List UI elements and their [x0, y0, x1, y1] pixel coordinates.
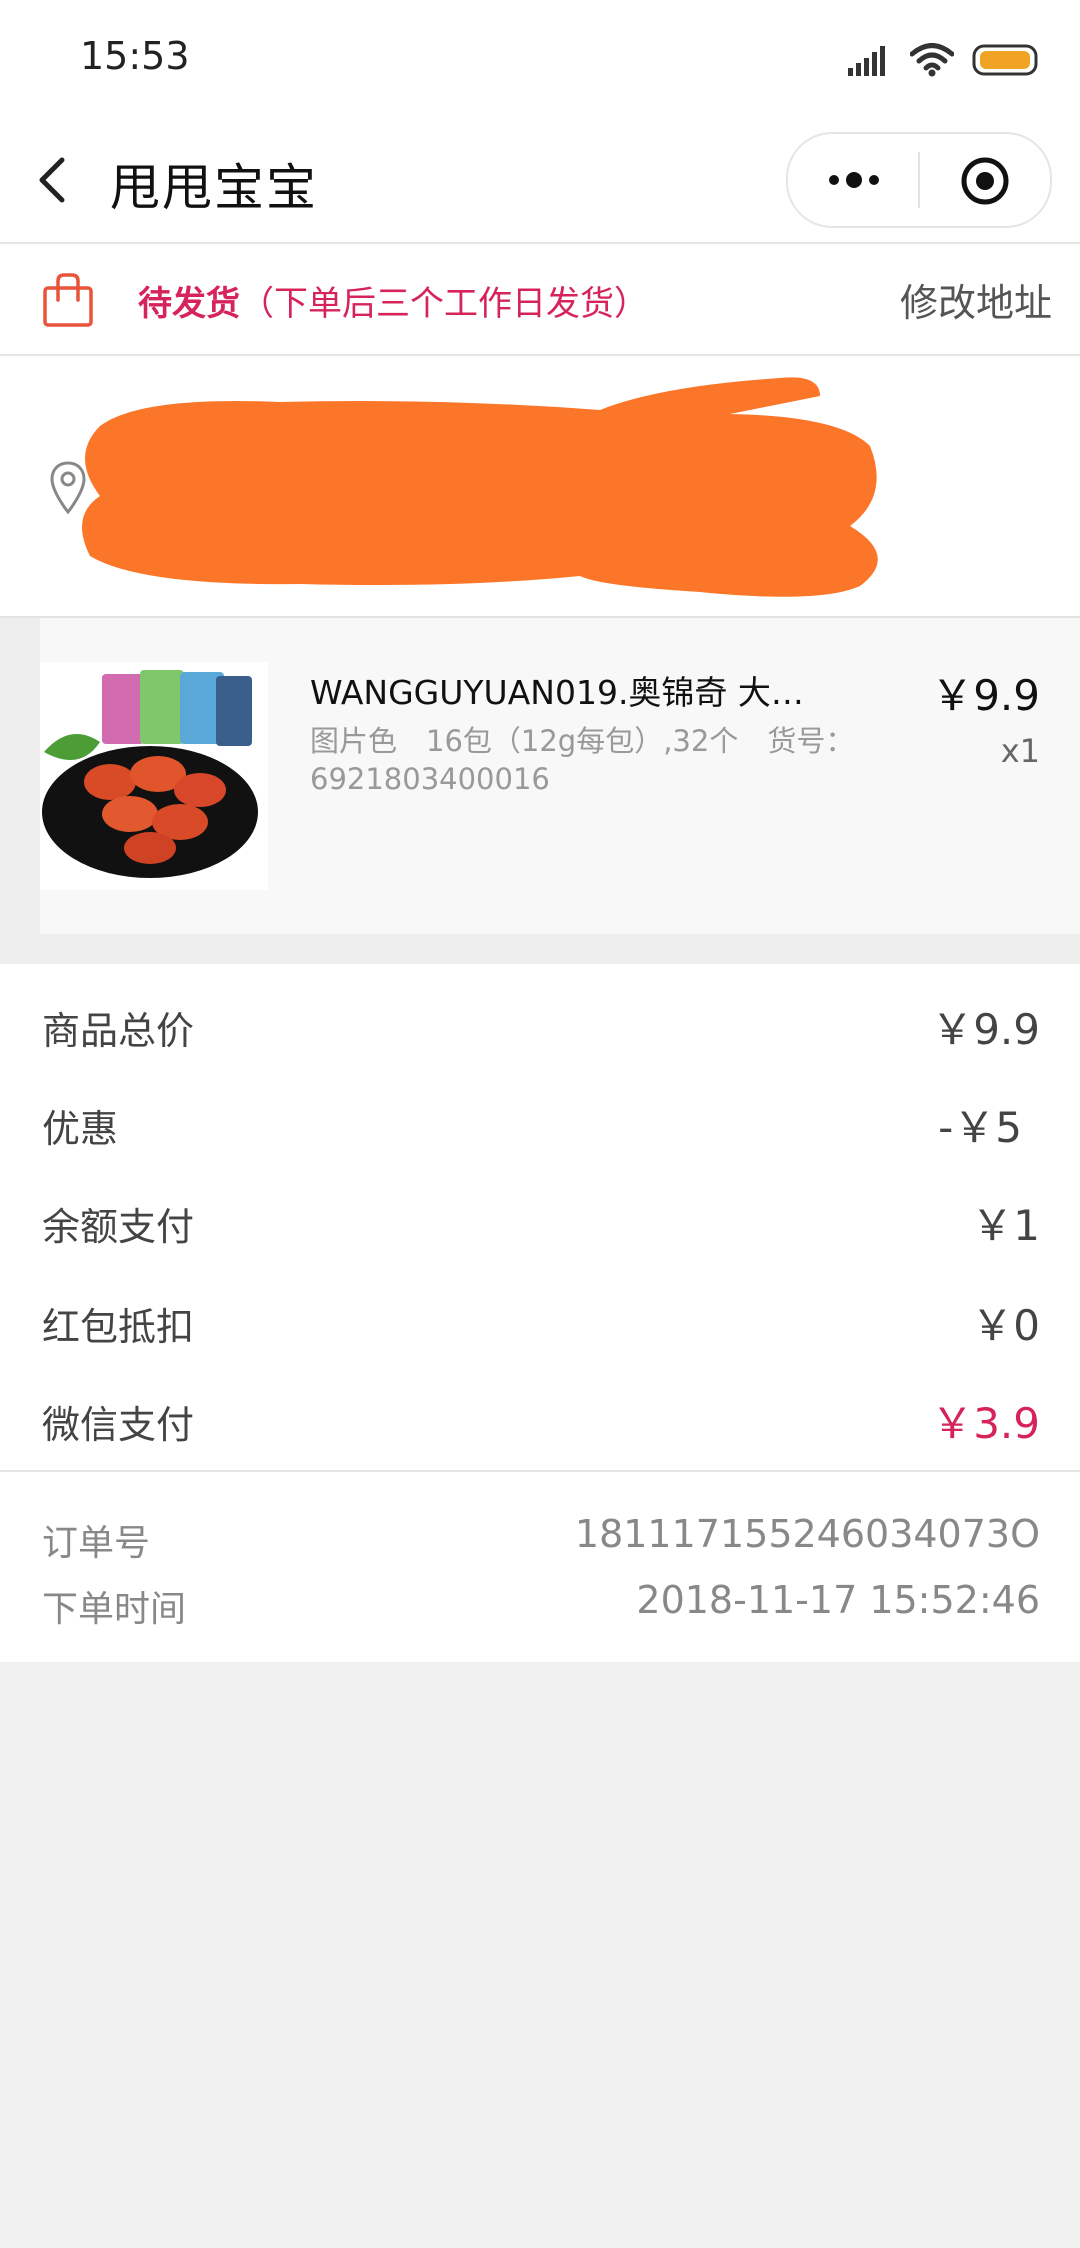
summary-row-balance: 余额支付 ￥1: [0, 1196, 1080, 1256]
status-icons: [848, 40, 1040, 80]
summary-row-redpacket: 红包抵扣 ￥0: [0, 1296, 1080, 1356]
shipping-address[interactable]: [0, 356, 1080, 618]
order-number-label: 订单号: [42, 1523, 151, 1564]
shopping-bag-icon: [43, 273, 93, 327]
summary-label: 微信支付: [42, 1403, 195, 1447]
battery-icon: [972, 44, 1038, 76]
summary-label: 红包抵扣: [42, 1305, 195, 1349]
miniprogram-capsule: [786, 132, 1052, 228]
order-info: 订单号 181117155246034073O 下单时间 2018-11-17 …: [0, 1472, 1080, 1662]
order-status-row: 待发货（下单后三个工作日发货） 修改地址: [0, 244, 1080, 356]
product-spec-line2: 6921803400016: [310, 762, 550, 796]
more-icon[interactable]: [826, 160, 882, 200]
price-summary: 商品总价 ￥9.9 优惠 -￥5 余额支付 ￥1 红包抵扣 ￥0 微信支付 ￥3…: [0, 964, 1080, 1472]
order-status-main: 待发货: [138, 284, 240, 324]
order-time-value: 2018-11-17 15:52:46: [636, 1578, 1040, 1622]
summary-label: 余额支付: [42, 1205, 195, 1249]
summary-label: 商品总价: [42, 1009, 195, 1053]
status-time: 15:53: [80, 34, 190, 78]
capsule-divider: [918, 152, 920, 208]
modify-address-button[interactable]: 修改地址: [900, 272, 1052, 327]
product-section: WANGGUYUAN019.奥锦奇 大拇... 图片色 16包（12g每包）,3…: [0, 618, 1080, 964]
back-arrow-icon[interactable]: [30, 150, 90, 210]
nav-bar: 甩甩宝宝: [0, 120, 1080, 244]
summary-value: ￥1: [971, 1201, 1040, 1250]
product-spec-line1: 图片色 16包（12g每包）,32个 货号：: [310, 724, 855, 758]
summary-row-total: 商品总价 ￥9.9: [0, 1000, 1080, 1060]
status-bar: 15:53: [0, 0, 1080, 120]
order-number-value[interactable]: 181117155246034073O: [575, 1512, 1040, 1556]
product-title: WANGGUYUAN019.奥锦奇 大拇...: [310, 673, 830, 712]
order-status-note: （下单后三个工作日发货）: [240, 284, 648, 324]
product-price: ￥9.9: [931, 671, 1040, 720]
address-redaction: [82, 377, 878, 597]
order-detail-screen: 15:53 甩甩宝宝 待发货（下单后三个工作日发货） 修改地址 WANGGUYU…: [0, 0, 1080, 2248]
summary-label: 优惠: [42, 1107, 119, 1151]
order-status-text: 待发货（下单后三个工作日发货）: [138, 276, 648, 325]
sausage-photo-image: [40, 662, 268, 890]
summary-value: ￥0: [971, 1301, 1040, 1350]
summary-value: -￥5: [938, 1103, 1022, 1152]
close-miniprogram-icon[interactable]: [960, 156, 1010, 206]
signal-icon: [848, 46, 885, 76]
page-title: 甩甩宝宝: [110, 159, 318, 217]
summary-row-discount: 优惠 -￥5: [0, 1098, 1080, 1158]
product-card[interactable]: WANGGUYUAN019.奥锦奇 大拇... 图片色 16包（12g每包）,3…: [40, 618, 1080, 934]
product-thumbnail: [40, 662, 268, 890]
summary-value: ￥3.9: [931, 1399, 1040, 1448]
wifi-icon: [910, 43, 954, 77]
product-spec: 图片色 16包（12g每包）,32个 货号： 6921803400016: [310, 722, 870, 798]
summary-row-wechat-pay: 微信支付 ￥3.9: [0, 1394, 1080, 1454]
product-quantity: x1: [1000, 732, 1040, 770]
summary-value: ￥9.9: [931, 1005, 1040, 1054]
order-time-label: 下单时间: [42, 1589, 187, 1630]
